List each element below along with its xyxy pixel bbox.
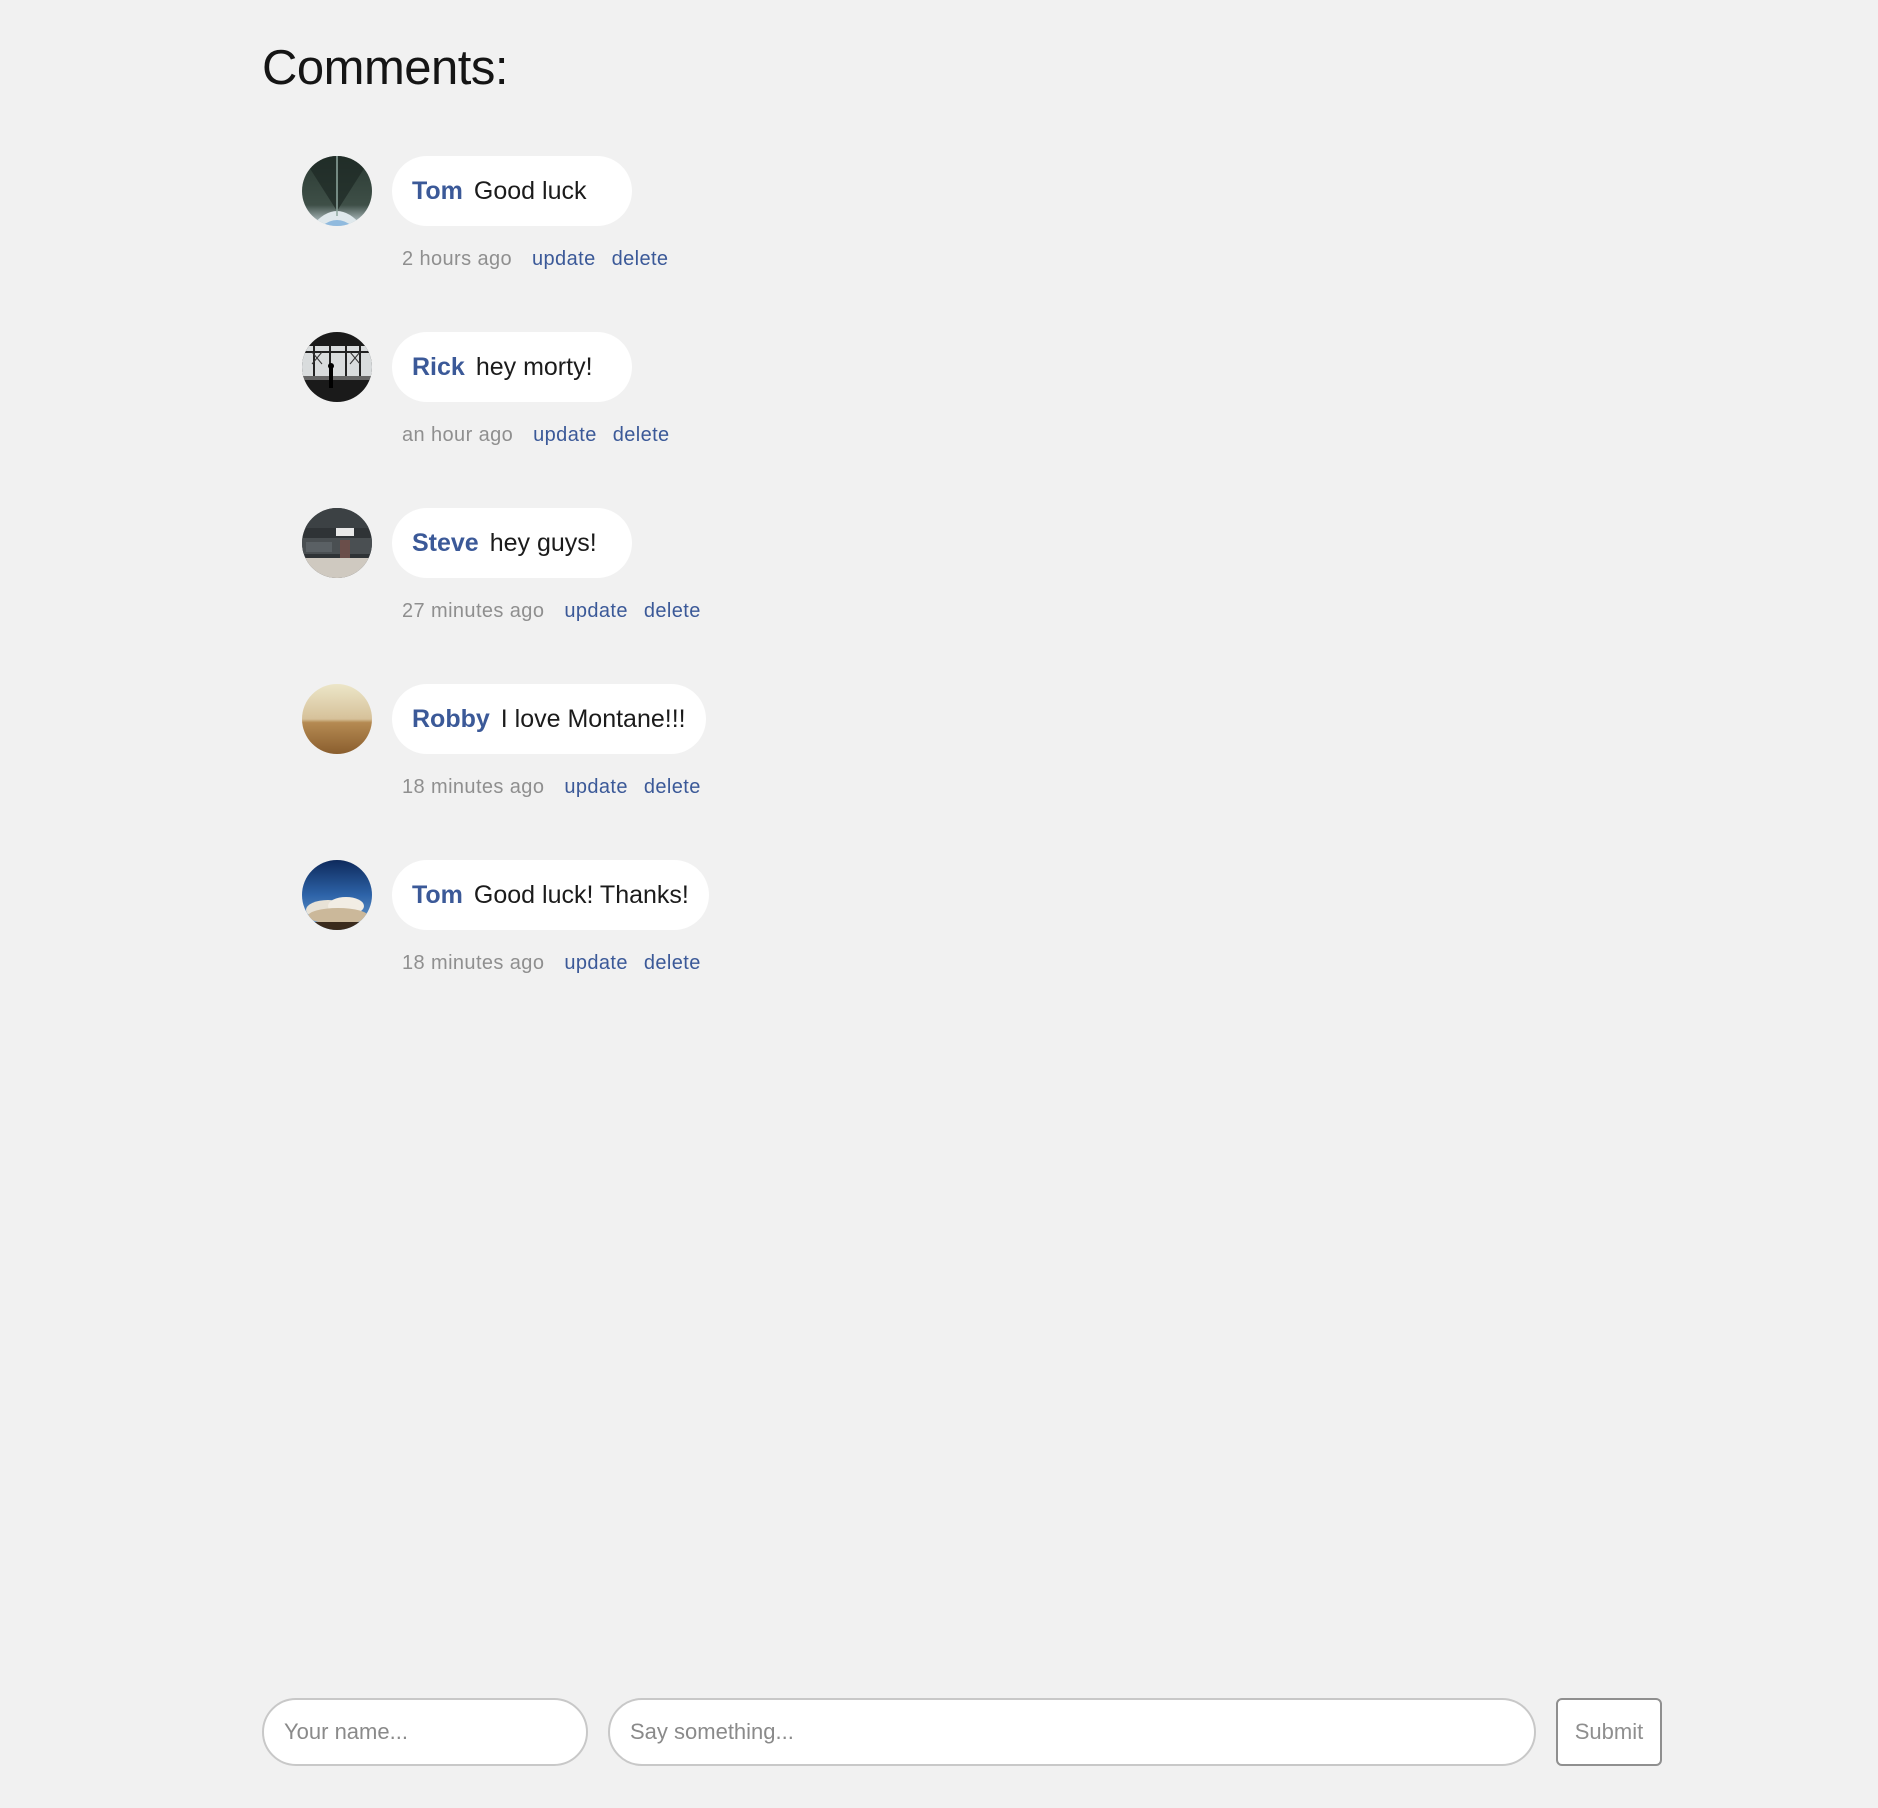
comment-bubble: Rick hey morty! (392, 332, 632, 402)
comment-author[interactable]: Steve (412, 529, 479, 558)
comment-time: 18 minutes ago (402, 776, 545, 798)
comment-bubble: Tom Good luck (392, 156, 632, 226)
comment-time: 27 minutes ago (402, 600, 545, 622)
comment-meta: an hour ago update delete (402, 424, 680, 447)
update-link[interactable]: update (564, 600, 628, 622)
comment-item: Tom Good luck 2 hours ago update delete (302, 156, 1302, 332)
delete-link[interactable]: delete (644, 952, 701, 974)
avatar (302, 332, 372, 402)
comment-text: I love Montane!!! (500, 704, 686, 733)
update-link[interactable]: update (532, 248, 596, 270)
avatar (302, 684, 372, 754)
comment-list: Tom Good luck 2 hours ago update delete (302, 156, 1302, 1036)
comment-author[interactable]: Tom (412, 177, 463, 206)
comment-time: 18 minutes ago (402, 952, 545, 974)
comment-item: Steve hey guys! 27 minutes ago update de… (302, 508, 1302, 684)
comment-bubble: Tom Good luck! Thanks! (392, 860, 709, 930)
page-title: Comments: (262, 41, 509, 95)
comment-meta: 27 minutes ago update delete (402, 600, 711, 623)
comment-time: 2 hours ago (402, 248, 513, 270)
avatar (302, 860, 372, 930)
avatar (302, 508, 372, 578)
comment-item: Rick hey morty! an hour ago update delet… (302, 332, 1302, 508)
comment-text: hey guys! (489, 528, 597, 557)
comment-time: an hour ago (402, 424, 514, 446)
comment-form: Submit (262, 1698, 1662, 1768)
delete-link[interactable]: delete (613, 424, 670, 446)
delete-link[interactable]: delete (644, 600, 701, 622)
submit-button[interactable]: Submit (1556, 1698, 1662, 1766)
update-link[interactable]: update (533, 424, 597, 446)
comment-meta: 2 hours ago update delete (402, 248, 678, 271)
comments-page: Comments: Tom Good luck 2 hours ago upda… (0, 0, 1878, 1808)
update-link[interactable]: update (564, 952, 628, 974)
comment-meta: 18 minutes ago update delete (402, 776, 711, 799)
comment-author[interactable]: Rick (412, 353, 465, 382)
comment-text: hey morty! (475, 352, 593, 381)
name-input[interactable] (262, 1698, 588, 1766)
comment-author[interactable]: Tom (412, 881, 463, 910)
comment-item: Tom Good luck! Thanks! 18 minutes ago up… (302, 860, 1302, 1036)
comment-meta: 18 minutes ago update delete (402, 952, 711, 975)
comment-bubble: Steve hey guys! (392, 508, 632, 578)
avatar (302, 156, 372, 226)
comment-text: Good luck! Thanks! (473, 880, 689, 909)
delete-link[interactable]: delete (644, 776, 701, 798)
comment-item: Robby I love Montane!!! 18 minutes ago u… (302, 684, 1302, 860)
comment-bubble: Robby I love Montane!!! (392, 684, 706, 754)
update-link[interactable]: update (564, 776, 628, 798)
comment-text: Good luck (473, 176, 587, 205)
message-input[interactable] (608, 1698, 1536, 1766)
delete-link[interactable]: delete (612, 248, 669, 270)
comment-author[interactable]: Robby (412, 705, 490, 734)
